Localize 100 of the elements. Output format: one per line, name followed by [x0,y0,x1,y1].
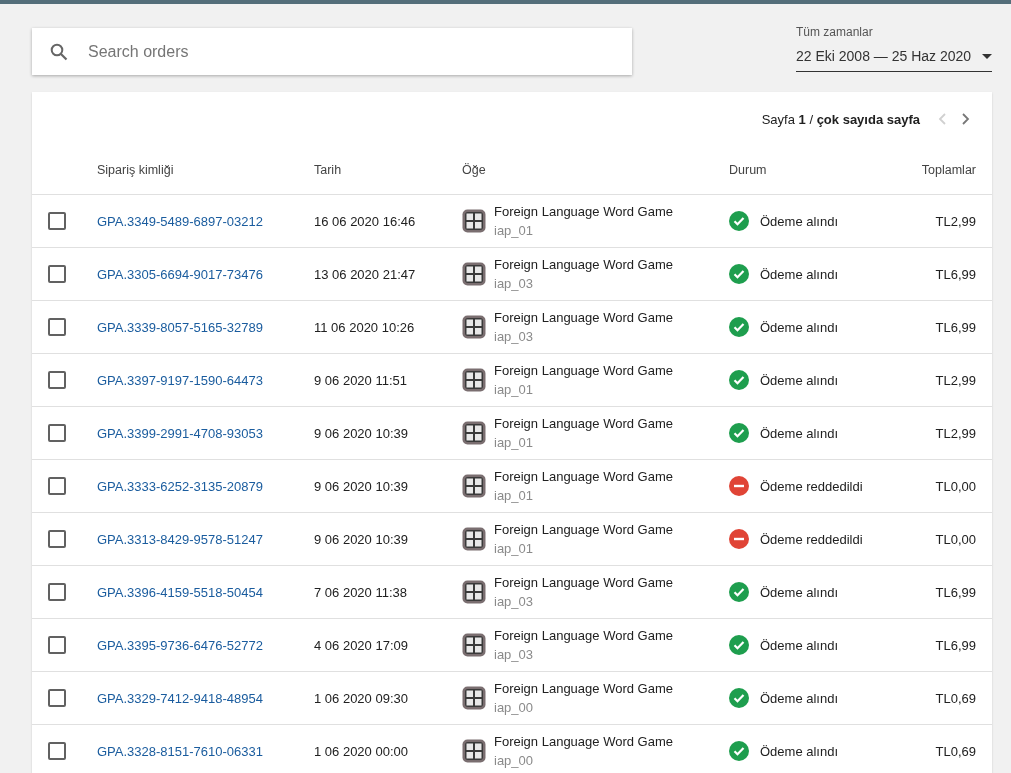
search-icon [50,42,68,61]
chevron-left-icon [938,113,946,125]
search-field[interactable]: Search orders [32,28,632,75]
app-tiles-icon [462,315,486,339]
row-checkbox[interactable] [48,212,66,230]
row-checkbox[interactable] [48,689,66,707]
order-date: 9 06 2020 10:39 [314,531,409,547]
row-checkbox[interactable] [48,477,66,495]
app-tiles-icon [462,262,486,286]
caret-icon [982,53,992,59]
item-sku: iap_00 [494,753,535,768]
status-text: Ödeme alındı [760,584,839,600]
column-header: Öğe [462,163,487,177]
item-name: Foreign Language Word Game [494,363,673,378]
row-checkbox[interactable] [48,530,66,548]
item-sku: iap_00 [494,700,535,715]
status-text: Ödeme alındı [760,743,839,759]
item-name: Foreign Language Word Game [494,204,673,219]
row-checkbox[interactable] [48,424,66,442]
row-checkbox[interactable] [48,318,66,336]
item-sku: iap_03 [494,276,535,291]
order-id-link[interactable]: GPA.3333-6252-3135-20879 [97,478,314,494]
app-tiles-icon [462,368,486,392]
item-name: Foreign Language Word Game [494,469,673,484]
order-total: TL2,99 [935,425,977,441]
item-name: Foreign Language Word Game [494,628,673,643]
item-sku: iap_01 [494,488,535,503]
item-sku: iap_01 [494,382,535,397]
status-text: Ödeme alındı [760,372,839,388]
next-page-button[interactable] [960,111,972,127]
app-tiles-icon [462,633,486,657]
status-text: Ödeme alındı [760,319,839,335]
item-sku: iap_03 [494,329,535,344]
order-total: TL2,99 [935,213,977,229]
order-date: 9 06 2020 11:51 [314,372,408,388]
order-id-link[interactable]: GPA.3329-7412-9418-48954 [97,690,314,706]
status-text: Ödeme alındı [760,690,839,706]
column-header: Tarih [314,163,343,177]
app-tiles-icon [462,209,486,233]
order-date: 11 06 2020 10:26 [314,319,416,335]
row-checkbox[interactable] [48,583,66,601]
app-tiles-icon [462,474,486,498]
status-text: Ödeme reddedildi [760,531,863,547]
order-id-link[interactable]: GPA.3397-9197-1590-64473 [97,372,314,388]
order-date: 1 06 2020 00:00 [314,743,409,759]
row-checkbox[interactable] [48,636,66,654]
status-text: Ödeme alındı [760,213,839,229]
order-id-link[interactable]: GPA.3396-4159-5518-50454 [97,584,314,600]
row-checkbox[interactable] [48,265,66,283]
order-id-link[interactable]: GPA.3328-8151-7610-06331 [97,743,314,759]
item-sku: iap_01 [494,223,535,238]
order-id-link[interactable]: GPA.3399-2991-4708-93053 [97,425,314,441]
app-tiles-icon [462,686,486,710]
status-text: Ödeme alındı [760,266,839,282]
order-total: TL6,99 [935,584,977,600]
column-header: Sipariş kimliği [97,163,175,177]
page-indicator: Sayfa 1 / çok sayıda sayfa [761,111,920,127]
order-total: TL0,00 [935,478,977,494]
item-name: Foreign Language Word Game [494,734,673,749]
order-total: TL0,69 [935,743,977,759]
order-id-link[interactable]: GPA.3349-5489-6897-03212 [97,213,314,229]
status-text: Ödeme reddedildi [760,478,863,494]
item-sku: iap_03 [494,594,535,609]
order-total: TL6,99 [935,266,977,282]
order-id-link[interactable]: GPA.3339-8057-5165-32789 [97,319,314,335]
column-header: Toplamlar [921,163,977,177]
app-tiles-icon [462,421,486,445]
order-total: TL6,99 [935,637,977,653]
order-date: 9 06 2020 10:39 [314,478,409,494]
order-id-link[interactable]: GPA.3395-9736-6476-52772 [97,637,314,653]
item-name: Foreign Language Word Game [494,310,673,325]
status-text: Ödeme alındı [760,637,839,653]
item-sku: iap_01 [494,541,535,556]
item-name: Foreign Language Word Game [494,416,673,431]
order-date: 9 06 2020 10:39 [314,425,409,441]
item-name: Foreign Language Word Game [494,522,673,537]
order-date: 13 06 2020 21:47 [314,266,417,282]
app-tiles-icon [462,527,486,551]
item-sku: iap_01 [494,435,535,450]
item-name: Foreign Language Word Game [494,257,673,272]
date-range-dropdown[interactable]: 22 Eki 2008 — 25 Haz 2020 [796,48,992,72]
order-total: TL6,99 [935,319,977,335]
status-text: Ödeme alındı [760,425,839,441]
order-id-link[interactable]: GPA.3313-8429-9578-51247 [97,531,314,547]
order-total: TL2,99 [935,372,977,388]
order-id-link[interactable]: GPA.3305-6694-9017-73476 [97,266,314,282]
row-checkbox[interactable] [48,742,66,760]
item-name: Foreign Language Word Game [494,681,673,696]
order-date: 4 06 2020 17:09 [314,637,409,653]
column-header: Durum [729,163,768,177]
row-checkbox[interactable] [48,371,66,389]
order-date: 7 06 2020 11:38 [314,584,408,600]
order-date: 1 06 2020 09:30 [314,690,409,706]
order-total: TL0,00 [935,531,977,547]
item-name: Foreign Language Word Game [494,575,673,590]
app-tiles-icon [462,580,486,604]
order-total: TL0,69 [935,690,977,706]
app-tiles-icon [462,739,486,763]
item-sku: iap_03 [494,647,535,662]
chevron-right-icon [962,113,970,125]
